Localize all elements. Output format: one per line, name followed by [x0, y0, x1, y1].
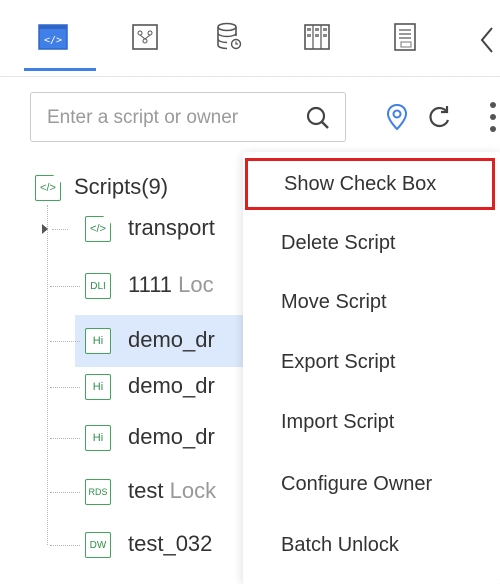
menu-item-configure-owner[interactable]: Configure Owner: [243, 455, 500, 513]
tree-guide-branch: [50, 387, 80, 388]
hive-script-icon: Hi: [85, 374, 111, 400]
menu-item-move-script[interactable]: Move Script: [243, 273, 500, 331]
tree-item-label[interactable]: 1111 Loc: [128, 272, 214, 298]
grid-icon: [304, 24, 330, 50]
tree-item-label[interactable]: test_032: [128, 531, 212, 557]
expand-caret-icon[interactable]: [40, 222, 50, 236]
lock-status: Loc: [178, 272, 214, 297]
more-options-button[interactable]: [486, 100, 500, 139]
tab-documents[interactable]: [382, 14, 428, 60]
tab-resources[interactable]: [294, 14, 340, 60]
tree-item-label[interactable]: demo_dr: [128, 424, 215, 450]
tree-item-label[interactable]: demo_dr: [128, 327, 215, 353]
tree-guide-branch: [52, 229, 68, 230]
locate-button[interactable]: [385, 103, 409, 136]
tree-item-label[interactable]: demo_dr: [128, 373, 215, 399]
dws-script-icon: DW: [85, 532, 111, 558]
hive-script-icon: Hi: [85, 328, 111, 354]
tree-guide-branch: [50, 438, 80, 439]
tab-components[interactable]: [122, 14, 168, 60]
tab-data[interactable]: [206, 14, 252, 60]
active-tab-indicator: [24, 68, 96, 71]
tree-guide-branch: [50, 492, 80, 493]
hive-script-icon: Hi: [85, 425, 111, 451]
tree-item-name: test: [128, 478, 164, 503]
refresh-button[interactable]: [427, 104, 451, 135]
search-box[interactable]: [30, 92, 346, 142]
menu-item-batch-unlock[interactable]: Batch Unlock: [243, 516, 500, 574]
search-icon[interactable]: [305, 105, 331, 136]
document-icon: [394, 23, 416, 51]
menu-item-show-check-box[interactable]: Show Check Box: [245, 158, 495, 210]
search-input[interactable]: [45, 103, 289, 133]
dli-script-icon: DLI: [85, 273, 111, 299]
tree-item-name: 1111: [128, 272, 173, 297]
database-icon: [217, 22, 242, 50]
tree-root-label[interactable]: Scripts(9): [74, 174, 168, 200]
nodes-icon: [132, 24, 158, 50]
menu-item-import-script[interactable]: Import Script: [243, 393, 500, 451]
tree-guide-line: [47, 205, 48, 545]
menu-item-delete-script[interactable]: Delete Script: [243, 214, 500, 272]
lock-status: Lock: [169, 478, 217, 503]
tree-guide-branch: [50, 286, 80, 287]
chevron-left-icon: [480, 27, 493, 53]
location-pin-icon: [386, 103, 408, 131]
context-menu: Show Check Box Delete Script Move Script…: [243, 152, 500, 584]
menu-item-export-script[interactable]: Export Script: [243, 333, 500, 391]
folder-script-icon: </>: [35, 175, 61, 201]
tree-item-label[interactable]: transport: [128, 215, 215, 241]
tree-item-label[interactable]: test Lock: [128, 478, 216, 504]
toolbar-divider: [0, 76, 500, 77]
svg-text:</>: </>: [44, 35, 62, 46]
tree-guide-branch: [50, 545, 80, 546]
tab-scripts[interactable]: </>: [30, 14, 76, 60]
refresh-icon: [429, 106, 450, 128]
collapse-left-button[interactable]: [476, 22, 500, 58]
folder-script-icon: </>: [85, 216, 111, 242]
rds-script-icon: RDS: [85, 479, 111, 505]
tree-guide-branch: [50, 341, 80, 342]
more-vertical-icon: [490, 102, 496, 132]
code-icon: </>: [38, 24, 68, 50]
